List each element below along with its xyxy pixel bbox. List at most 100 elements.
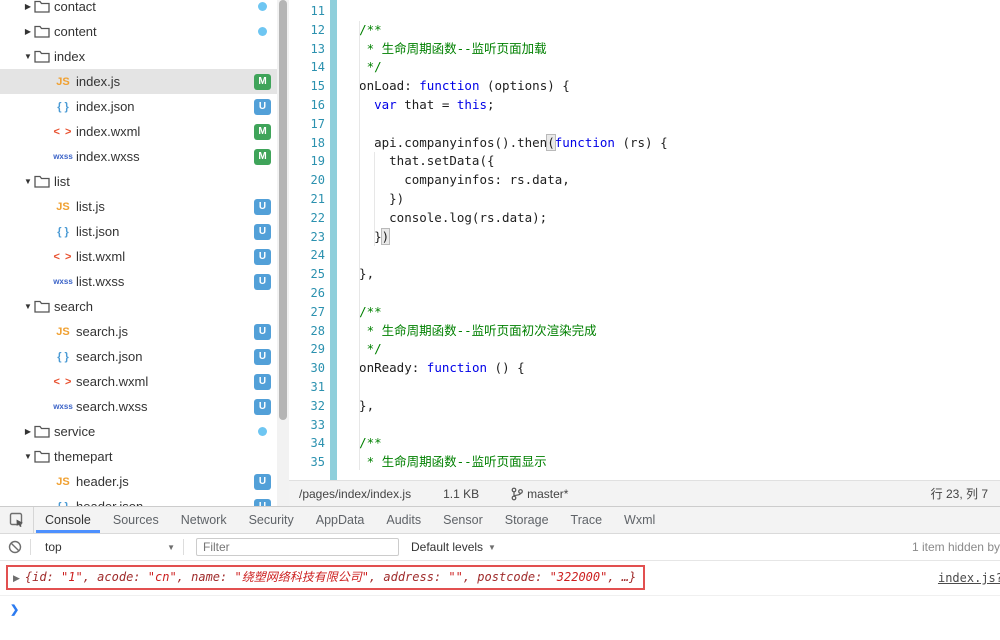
- code-line-21[interactable]: 21 }): [289, 190, 1000, 209]
- code-line-26[interactable]: 26: [289, 284, 1000, 303]
- logged-object-box[interactable]: ▶{id: "1", acode: "cn", name: "绕塑网络科技有限公…: [6, 565, 645, 590]
- wxss-file-icon: wxss: [50, 402, 76, 411]
- code-line-15[interactable]: 15 onLoad: function (options) {: [289, 77, 1000, 96]
- code-line-18[interactable]: 18 api.companyinfos().then(function (rs)…: [289, 134, 1000, 153]
- code-line-28[interactable]: 28 * 生命周期函数--监听页面初次渲染完成: [289, 322, 1000, 341]
- tab-wxml[interactable]: Wxml: [613, 507, 666, 533]
- line-number: 30: [289, 359, 325, 378]
- code-line-29[interactable]: 29 */: [289, 340, 1000, 359]
- code-line-23[interactable]: 23 }): [289, 228, 1000, 247]
- filter-input[interactable]: [196, 538, 399, 556]
- tab-sources[interactable]: Sources: [102, 507, 170, 533]
- line-number: 18: [289, 134, 325, 153]
- tree-row-index-wxss[interactable]: wxssindex.wxssM: [0, 144, 289, 169]
- tree-row-index-js[interactable]: JSindex.jsM: [0, 69, 289, 94]
- chevron-expanded-icon[interactable]: ▼: [22, 302, 34, 311]
- code-line-11[interactable]: 11: [289, 2, 1000, 21]
- code-line-25[interactable]: 25 },: [289, 265, 1000, 284]
- tree-row-themepart[interactable]: ▼themepart: [0, 444, 289, 469]
- code-line-33[interactable]: 33: [289, 416, 1000, 435]
- code-line-14[interactable]: 14 */: [289, 58, 1000, 77]
- code-line-34[interactable]: 34 /**: [289, 434, 1000, 453]
- scrollbar-thumb[interactable]: [279, 0, 287, 420]
- file-label: list.json: [76, 224, 254, 239]
- code-line-31[interactable]: 31: [289, 378, 1000, 397]
- line-number: 23: [289, 228, 325, 247]
- code-line-20[interactable]: 20 companyinfos: rs.data,: [289, 171, 1000, 190]
- tree-row-header-json[interactable]: { }header.jsonU: [0, 494, 289, 506]
- chevron-expanded-icon[interactable]: ▼: [22, 452, 34, 461]
- tree-row-search-js[interactable]: JSsearch.jsU: [0, 319, 289, 344]
- tab-console[interactable]: Console: [34, 507, 102, 533]
- tab-security[interactable]: Security: [238, 507, 305, 533]
- tree-row-search-wxml[interactable]: < >search.wxmlU: [0, 369, 289, 394]
- code-line-32[interactable]: 32 },: [289, 397, 1000, 416]
- code-editor[interactable]: 1112 /**13 * 生命周期函数--监听页面加载14 */15 onLoa…: [289, 0, 1000, 480]
- json-file-icon: { }: [50, 501, 76, 507]
- code-line-17[interactable]: 17: [289, 115, 1000, 134]
- code-line-19[interactable]: 19 that.setData({: [289, 152, 1000, 171]
- tab-appdata[interactable]: AppData: [305, 507, 376, 533]
- chevron-expanded-icon[interactable]: ▼: [22, 52, 34, 61]
- tree-row-index[interactable]: ▼ index: [0, 44, 289, 69]
- file-label: service: [54, 424, 258, 439]
- tab-audits[interactable]: Audits: [375, 507, 432, 533]
- tree-row-list[interactable]: ▼ list: [0, 169, 289, 194]
- code-line-27[interactable]: 27 /**: [289, 303, 1000, 322]
- file-label: list.wxss: [76, 274, 254, 289]
- code-line-22[interactable]: 22 console.log(rs.data);: [289, 209, 1000, 228]
- tree-row-header-js[interactable]: JSheader.jsU: [0, 469, 289, 494]
- code-line-30[interactable]: 30 onReady: function () {: [289, 359, 1000, 378]
- context-label: top: [45, 540, 167, 554]
- tab-network[interactable]: Network: [170, 507, 238, 533]
- file-label: list: [54, 174, 289, 189]
- tab-sensor[interactable]: Sensor: [432, 507, 494, 533]
- tree-row-list-wxss[interactable]: wxsslist.wxssU: [0, 269, 289, 294]
- tree-row-list-js[interactable]: JSlist.jsU: [0, 194, 289, 219]
- tree-row-contact[interactable]: ▶contact: [0, 0, 289, 19]
- tree-row-search-wxss[interactable]: wxsssearch.wxssU: [0, 394, 289, 419]
- code-line-16[interactable]: 16 var that = this;: [289, 96, 1000, 115]
- file-explorer-scrollbar[interactable]: [277, 0, 289, 506]
- tree-row-search-json[interactable]: { }search.jsonU: [0, 344, 289, 369]
- editor-pane: 1112 /**13 * 生命周期函数--监听页面加载14 */15 onLoa…: [289, 0, 1000, 506]
- code-line-13[interactable]: 13 * 生命周期函数--监听页面加载: [289, 40, 1000, 59]
- file-label: index: [54, 49, 289, 64]
- expand-triangle-icon[interactable]: ▶: [13, 573, 20, 583]
- json-file-icon: { }: [50, 101, 76, 113]
- inspect-element-button[interactable]: [0, 507, 34, 533]
- indent-guide: [359, 21, 360, 470]
- log-levels-select[interactable]: Default levels ▼: [411, 540, 496, 554]
- chevron-expanded-icon[interactable]: ▼: [22, 177, 34, 186]
- line-number: 34: [289, 434, 325, 453]
- branch-name: master*: [527, 487, 568, 501]
- git-branch-indicator[interactable]: master*: [511, 487, 568, 501]
- chevron-collapsed-icon[interactable]: ▶: [22, 2, 34, 11]
- tree-row-search[interactable]: ▼search: [0, 294, 289, 319]
- file-label: list.wxml: [76, 249, 254, 264]
- line-number: 29: [289, 340, 325, 359]
- chevron-collapsed-icon[interactable]: ▶: [22, 427, 34, 436]
- tree-row-service[interactable]: ▶ service: [0, 419, 289, 444]
- code-line-24[interactable]: 24: [289, 246, 1000, 265]
- tree-row-list-json[interactable]: { }list.jsonU: [0, 219, 289, 244]
- wxml-file-icon: < >: [50, 126, 76, 138]
- git-status-badge: M: [254, 149, 271, 165]
- chevron-collapsed-icon[interactable]: ▶: [22, 27, 34, 36]
- tab-trace[interactable]: Trace: [560, 507, 614, 533]
- clear-console-button[interactable]: [0, 540, 30, 554]
- execution-context-select[interactable]: top ▼: [31, 540, 183, 554]
- console-prompt[interactable]: ❯: [0, 596, 1000, 618]
- tab-storage[interactable]: Storage: [494, 507, 560, 533]
- line-number: 32: [289, 397, 325, 416]
- git-status-badge: U: [254, 374, 271, 390]
- code-line-12[interactable]: 12 /**: [289, 21, 1000, 40]
- tree-row-index-json[interactable]: { }index.jsonU: [0, 94, 289, 119]
- git-status-badge: U: [254, 399, 271, 415]
- code-line-35[interactable]: 35 * 生命周期函数--监听页面显示: [289, 453, 1000, 472]
- tree-row-list-wxml[interactable]: < >list.wxmlU: [0, 244, 289, 269]
- tree-row-index-wxml[interactable]: < >index.wxmlM: [0, 119, 289, 144]
- tree-row-content[interactable]: ▶content: [0, 19, 289, 44]
- message-source-link[interactable]: index.js?: [938, 571, 1000, 585]
- file-explorer: ▶contact▶content ▼ index JSindex.jsM{ }inde…: [0, 0, 289, 506]
